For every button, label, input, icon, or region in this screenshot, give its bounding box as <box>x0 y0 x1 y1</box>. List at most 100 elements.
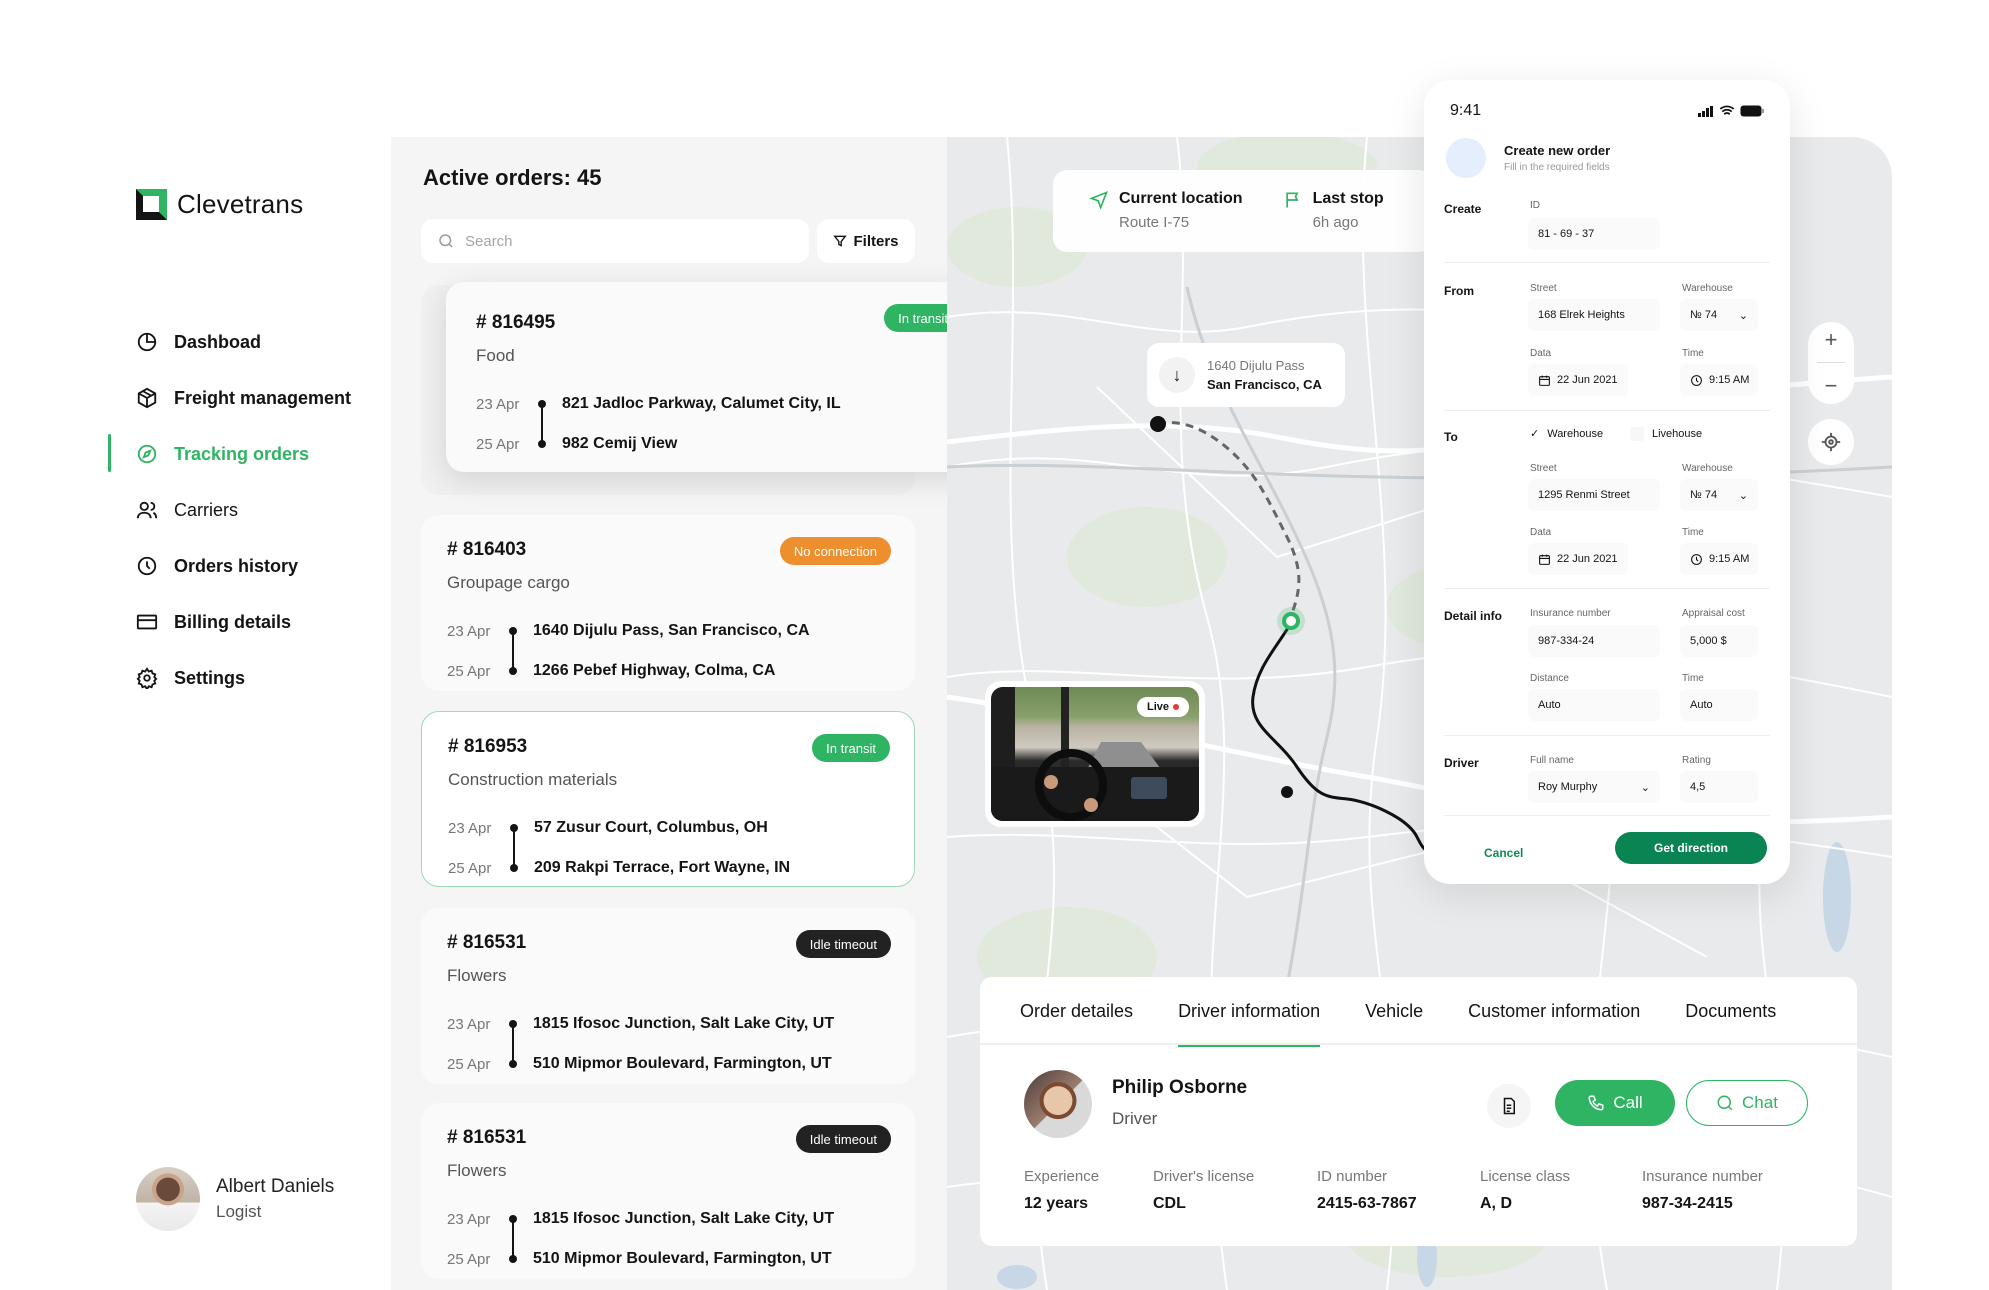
sidebar-item-settings[interactable]: Settings <box>108 650 391 706</box>
insurance-label: Insurance number <box>1530 608 1611 619</box>
pin-city: San Francisco, CA <box>1207 377 1322 392</box>
stat-insurance-number: Insurance number 987-34-2415 <box>1642 1168 1763 1213</box>
get-direction-button[interactable]: Get direction <box>1615 832 1767 864</box>
map-pin-tooltip[interactable]: ↓ 1640 Dijulu Pass San Francisco, CA <box>1147 343 1345 407</box>
route-dot <box>510 864 518 872</box>
order-cargo: Flowers <box>447 966 507 985</box>
from-warehouse-label: Warehouse <box>1682 283 1733 294</box>
calendar-icon <box>1538 374 1551 387</box>
crosshair-icon <box>1820 431 1842 453</box>
id-value: 81 - 69 - 37 <box>1538 228 1595 240</box>
last-stop[interactable]: Last stop 6h ago <box>1283 190 1384 232</box>
order-card[interactable]: # 816531 Flowers Idle timeout 23 Apr 181… <box>421 1103 915 1279</box>
from-time-field[interactable]: 9:15 AM <box>1680 364 1758 396</box>
from-date-field[interactable]: 22 Jun 2021 <box>1528 364 1628 396</box>
to-street-field[interactable]: 1295 Renmi Street <box>1528 479 1660 511</box>
driver-name-select[interactable]: Roy Murphy ⌄ <box>1528 771 1660 803</box>
divider <box>1444 588 1770 589</box>
app-name: Clevetrans <box>177 189 304 219</box>
route-start-marker[interactable] <box>1150 416 1166 432</box>
driver-role: Driver <box>1112 1109 1158 1128</box>
cancel-button[interactable]: Cancel <box>1484 846 1523 860</box>
delivery-date: 25 Apr <box>447 662 491 680</box>
sidebar-item-label: Freight management <box>174 387 352 408</box>
appraisal-label: Appraisal cost <box>1682 608 1745 619</box>
chevron-down-icon: ⌄ <box>1640 781 1650 794</box>
sidebar-item-freight-management[interactable]: Freight management <box>108 370 391 426</box>
sidebar-item-orders-history[interactable]: Orders history <box>108 538 391 594</box>
logo[interactable]: Clevetrans <box>136 189 303 220</box>
current-position-marker[interactable] <box>1282 612 1300 630</box>
delivery-date: 25 Apr <box>448 859 492 877</box>
order-route: 23 Apr 1815 Ifosoc Junction, Salt Lake C… <box>447 1004 889 1084</box>
route-dot <box>509 1215 517 1223</box>
order-card[interactable]: # 816495 Food In transit 23 Apr 821 Jadl… <box>446 282 986 472</box>
distance-field[interactable]: Auto <box>1528 689 1660 721</box>
to-time-field[interactable]: 9:15 AM <box>1680 543 1758 575</box>
pickup-address: 57 Zusur Court, Columbus, OH <box>534 819 768 836</box>
route-stop-marker[interactable] <box>1281 786 1293 798</box>
tab-driver-information[interactable]: Driver information <box>1178 977 1321 1047</box>
current-location-title: Current location <box>1119 190 1243 207</box>
live-video-feed[interactable]: Live <box>985 681 1205 827</box>
user-name: Albert Daniels <box>216 1176 335 1197</box>
document-button[interactable] <box>1487 1084 1531 1128</box>
user-profile[interactable]: Albert Daniels Logist <box>136 1167 334 1231</box>
to-warehouse-checkbox[interactable]: ✓ Warehouse <box>1530 427 1603 441</box>
tab-vehicle[interactable]: Vehicle <box>1365 977 1423 1045</box>
to-warehouse-select[interactable]: № 74 ⌄ <box>1680 479 1758 511</box>
tab-order-details[interactable]: Order detailes <box>1020 977 1133 1045</box>
form-title: Create new order <box>1504 143 1611 158</box>
to-date-field[interactable]: 22 Jun 2021 <box>1528 543 1628 575</box>
pickup-date: 23 Apr <box>447 1015 491 1033</box>
distance-label: Distance <box>1530 673 1569 684</box>
current-location[interactable]: Current location Route I-75 <box>1089 190 1243 232</box>
stat-value: CDL <box>1153 1195 1186 1212</box>
delivery-address: 209 Rakpi Terrace, Fort Wayne, IN <box>534 859 791 876</box>
appraisal-field[interactable]: 5,000 $ <box>1680 625 1758 657</box>
to-time-label: Time <box>1682 527 1704 538</box>
zoom-divider <box>1817 362 1845 364</box>
sidebar-nav: Dashboad Freight management Tracking ord… <box>108 314 391 706</box>
order-card[interactable]: # 816403 Groupage cargo No connection 23… <box>421 515 915 691</box>
to-date-value: 22 Jun 2021 <box>1557 553 1618 565</box>
from-warehouse-select[interactable]: № 74 ⌄ <box>1680 299 1758 331</box>
section-to-label: To <box>1444 430 1458 444</box>
divider <box>1444 262 1770 263</box>
pickup-address: 821 Jadloc Parkway, Calumet City, IL <box>562 395 841 412</box>
call-button[interactable]: Call <box>1555 1080 1675 1126</box>
id-label: ID <box>1530 200 1540 211</box>
to-date-label: Data <box>1530 527 1552 538</box>
to-livehouse-checkbox[interactable]: Livehouse <box>1630 427 1702 441</box>
sidebar-item-carriers[interactable]: Carriers <box>108 482 391 538</box>
id-field[interactable]: 81 - 69 - 37 <box>1528 218 1660 250</box>
zoom-in-button[interactable]: + <box>1825 327 1838 353</box>
pickup-address: 1640 Dijulu Pass, San Francisco, CA <box>533 622 810 639</box>
search-input[interactable] <box>465 232 785 250</box>
insurance-field[interactable]: 987-334-24 <box>1528 625 1660 657</box>
locate-me-button[interactable] <box>1808 419 1854 465</box>
detail-time-field[interactable]: Auto <box>1680 689 1758 721</box>
from-time-value: 9:15 AM <box>1709 374 1750 386</box>
order-route: 23 Apr 821 Jadloc Parkway, Calumet City,… <box>476 384 956 464</box>
chat-button[interactable]: Chat <box>1686 1080 1808 1126</box>
sidebar-item-label: Carriers <box>174 499 239 520</box>
clock-icon <box>1690 553 1703 566</box>
filters-button[interactable]: Filters <box>817 219 915 263</box>
filters-label: Filters <box>853 232 899 250</box>
box-icon <box>136 387 158 409</box>
sidebar-item-billing-details[interactable]: Billing details <box>108 594 391 650</box>
tab-customer-information[interactable]: Customer information <box>1468 977 1640 1045</box>
sidebar-item-dashboard[interactable]: Dashboad <box>108 314 391 370</box>
search-box[interactable] <box>421 219 809 263</box>
rating-field[interactable]: 4,5 <box>1680 771 1758 803</box>
tab-documents[interactable]: Documents <box>1685 977 1776 1045</box>
status-badge: Idle timeout <box>795 1125 891 1153</box>
zoom-out-button[interactable]: − <box>1825 373 1838 399</box>
rating-value: 4,5 <box>1690 781 1706 793</box>
sidebar-item-tracking-orders[interactable]: Tracking orders <box>108 426 391 482</box>
from-street-field[interactable]: 168 Elrek Heights <box>1528 299 1660 331</box>
checkbox-empty <box>1630 427 1644 441</box>
order-card[interactable]: # 816531 Flowers Idle timeout 23 Apr 181… <box>421 908 915 1084</box>
order-card[interactable]: # 816953 Construction materials In trans… <box>421 711 915 887</box>
